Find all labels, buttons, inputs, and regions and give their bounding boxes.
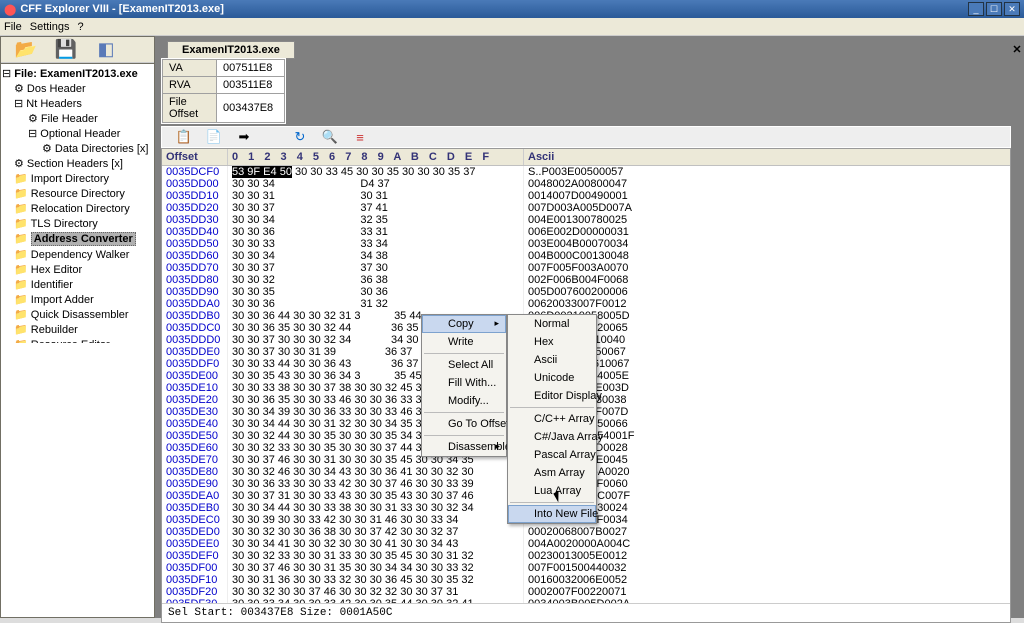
- paste-icon[interactable]: 📄: [206, 129, 222, 145]
- hex-row[interactable]: 0035DEE030 30 34 41 30 30 32 30 30 30 41…: [162, 538, 1010, 550]
- close-button[interactable]: ✕: [1004, 2, 1020, 16]
- menu-file[interactable]: File: [4, 21, 22, 33]
- left-panel: 📂 💾 ◧ File: ExamenIT2013.exeDos HeaderNt…: [0, 36, 155, 618]
- tree-item[interactable]: Import Adder: [2, 292, 153, 307]
- hex-row[interactable]: 0035DD5030 30 33 33 34003E004B00070034: [162, 238, 1010, 250]
- menu-item[interactable]: Into New File: [508, 505, 596, 523]
- col-bytes: 0 1 2 3 4 5 6 7 8 9 A B C D E F: [228, 149, 524, 165]
- window-controls: _ ☐ ✕: [968, 2, 1020, 16]
- hex-row[interactable]: 0035DD6030 30 34 34 38004B000C00130048: [162, 250, 1010, 262]
- hex-row[interactable]: 0035DDA030 30 36 31 3200620033007F0012: [162, 298, 1010, 310]
- app-icon: ⬤: [4, 3, 16, 16]
- maximize-button[interactable]: ☐: [986, 2, 1002, 16]
- address-table: VA007511E8RVA003511E8File Offset003437E8: [161, 58, 286, 124]
- title-bar: ⬤ CFF Explorer VIII - [ExamenIT2013.exe]…: [0, 0, 1024, 18]
- copy-icon[interactable]: 📋: [176, 129, 192, 145]
- tree-item[interactable]: Dependency Walker: [2, 247, 153, 262]
- hex-row[interactable]: 0035DEF030 30 32 33 30 30 31 33 30 30 35…: [162, 550, 1010, 562]
- menu-item[interactable]: Write: [422, 333, 506, 351]
- tree-item[interactable]: Dos Header: [2, 81, 153, 96]
- tree-item[interactable]: File: ExamenIT2013.exe: [2, 66, 153, 81]
- tree-item[interactable]: Quick Disassembler: [2, 307, 153, 322]
- tree-item[interactable]: Section Headers [x]: [2, 156, 153, 171]
- menu-item[interactable]: Disassemble: [422, 438, 506, 456]
- addr-value[interactable]: 007511E8: [217, 60, 285, 77]
- save-icon[interactable]: 💾: [55, 39, 77, 61]
- search-icon[interactable]: 🔍: [322, 129, 338, 145]
- addr-value[interactable]: 003511E8: [217, 77, 285, 94]
- hex-row[interactable]: 0035DF1030 30 31 36 30 30 33 32 30 30 36…: [162, 574, 1010, 586]
- menu-item[interactable]: Modify...: [422, 392, 506, 410]
- tree-item[interactable]: Import Directory: [2, 171, 153, 186]
- hex-row[interactable]: 0035DD9030 30 35 30 36005D007600200006: [162, 286, 1010, 298]
- menu-item[interactable]: Select All: [422, 356, 506, 374]
- tree-item[interactable]: File Header: [2, 111, 153, 126]
- hex-toolbar: 📋 📄 ➡ ↻ 🔍 ≡: [161, 126, 1011, 148]
- menu-item[interactable]: Lua Array: [508, 482, 596, 500]
- menu-item[interactable]: Pascal Array: [508, 446, 596, 464]
- addr-key: VA: [163, 60, 217, 77]
- status-bar: Sel Start: 003437E8 Size: 0001A50C: [162, 603, 1010, 622]
- open-icon[interactable]: 📂: [15, 39, 37, 61]
- cube-icon[interactable]: ◧: [95, 39, 117, 61]
- hex-row[interactable]: 0035DD4030 30 36 33 31006E002D00000031: [162, 226, 1010, 238]
- hex-row[interactable]: 0035DD2030 30 37 37 41007D003A005D007A: [162, 202, 1010, 214]
- col-offset: Offset: [162, 149, 228, 165]
- menu-item[interactable]: Ascii: [508, 351, 596, 369]
- context-submenu-copy[interactable]: NormalHexAsciiUnicodeEditor Display C/C++…: [507, 314, 597, 524]
- addr-value[interactable]: 003437E8: [217, 94, 285, 123]
- export-icon[interactable]: ➡: [236, 129, 252, 145]
- hex-row[interactable]: 0035DD1030 30 31 30 310014007D00490001: [162, 190, 1010, 202]
- hex-row[interactable]: 0035DF0030 30 37 46 30 30 31 35 30 30 34…: [162, 562, 1010, 574]
- addr-key: File Offset: [163, 94, 217, 123]
- context-menu[interactable]: CopyWrite Select AllFill With...Modify...…: [421, 314, 507, 457]
- menu-help[interactable]: ?: [77, 21, 83, 33]
- menu-settings[interactable]: Settings: [30, 21, 70, 33]
- window-title: CFF Explorer VIII - [ExamenIT2013.exe]: [20, 3, 968, 15]
- hex-row[interactable]: 0035DED030 30 32 30 30 36 38 30 30 37 42…: [162, 526, 1010, 538]
- tree-item[interactable]: Relocation Directory: [2, 201, 153, 216]
- hex-row[interactable]: 0035DD8030 30 32 36 38002F006B004F0068: [162, 274, 1010, 286]
- tree-item[interactable]: Optional Header: [2, 126, 153, 141]
- hex-row[interactable]: 0035DF2030 30 32 30 30 37 46 30 30 32 32…: [162, 586, 1010, 598]
- menu-item[interactable]: C#/Java Array: [508, 428, 596, 446]
- refresh-icon[interactable]: ↻: [292, 129, 308, 145]
- menu-item[interactable]: C/C++ Array: [508, 410, 596, 428]
- menu-item[interactable]: Editor Display: [508, 387, 596, 405]
- left-toolbar: 📂 💾 ◧: [1, 37, 154, 63]
- tree-item[interactable]: Identifier: [2, 277, 153, 292]
- tree-item[interactable]: Address Converter: [2, 231, 153, 247]
- menu-bar: File Settings ?: [0, 18, 1024, 36]
- hex-row[interactable]: 0035DD3030 30 34 32 35004E001300780025: [162, 214, 1010, 226]
- tree-view[interactable]: File: ExamenIT2013.exeDos HeaderNt Heade…: [1, 63, 154, 343]
- tree-item[interactable]: Resource Directory: [2, 186, 153, 201]
- tree-item[interactable]: Data Directories [x]: [2, 141, 153, 156]
- menu-item[interactable]: Fill With...: [422, 374, 506, 392]
- tree-item[interactable]: Nt Headers: [2, 96, 153, 111]
- options-icon[interactable]: ≡: [352, 129, 368, 145]
- menu-item[interactable]: Go To Offset: [422, 415, 506, 433]
- hex-row[interactable]: 0035DD7030 30 37 37 30007F005F003A0070: [162, 262, 1010, 274]
- menu-item[interactable]: Copy: [422, 315, 506, 333]
- file-tab[interactable]: ExamenIT2013.exe: [167, 41, 295, 59]
- hex-row[interactable]: 0035DCF053 9F E4 50 30 30 33 45 30 30 35…: [162, 166, 1010, 178]
- col-ascii: Ascii: [524, 149, 654, 165]
- tree-item[interactable]: Hex Editor: [2, 262, 153, 277]
- tab-close-icon[interactable]: ✕: [1010, 43, 1024, 56]
- menu-item[interactable]: Normal: [508, 315, 596, 333]
- right-panel: ExamenIT2013.exe ✕ VA007511E8RVA003511E8…: [155, 36, 1024, 618]
- hex-row[interactable]: 0035DD0030 30 34 D4 370048002A00800047: [162, 178, 1010, 190]
- menu-item[interactable]: Hex: [508, 333, 596, 351]
- tree-item[interactable]: TLS Directory: [2, 216, 153, 231]
- tree-item[interactable]: Rebuilder: [2, 322, 153, 337]
- minimize-button[interactable]: _: [968, 2, 984, 16]
- menu-item[interactable]: Asm Array: [508, 464, 596, 482]
- menu-item[interactable]: Unicode: [508, 369, 596, 387]
- addr-key: RVA: [163, 77, 217, 94]
